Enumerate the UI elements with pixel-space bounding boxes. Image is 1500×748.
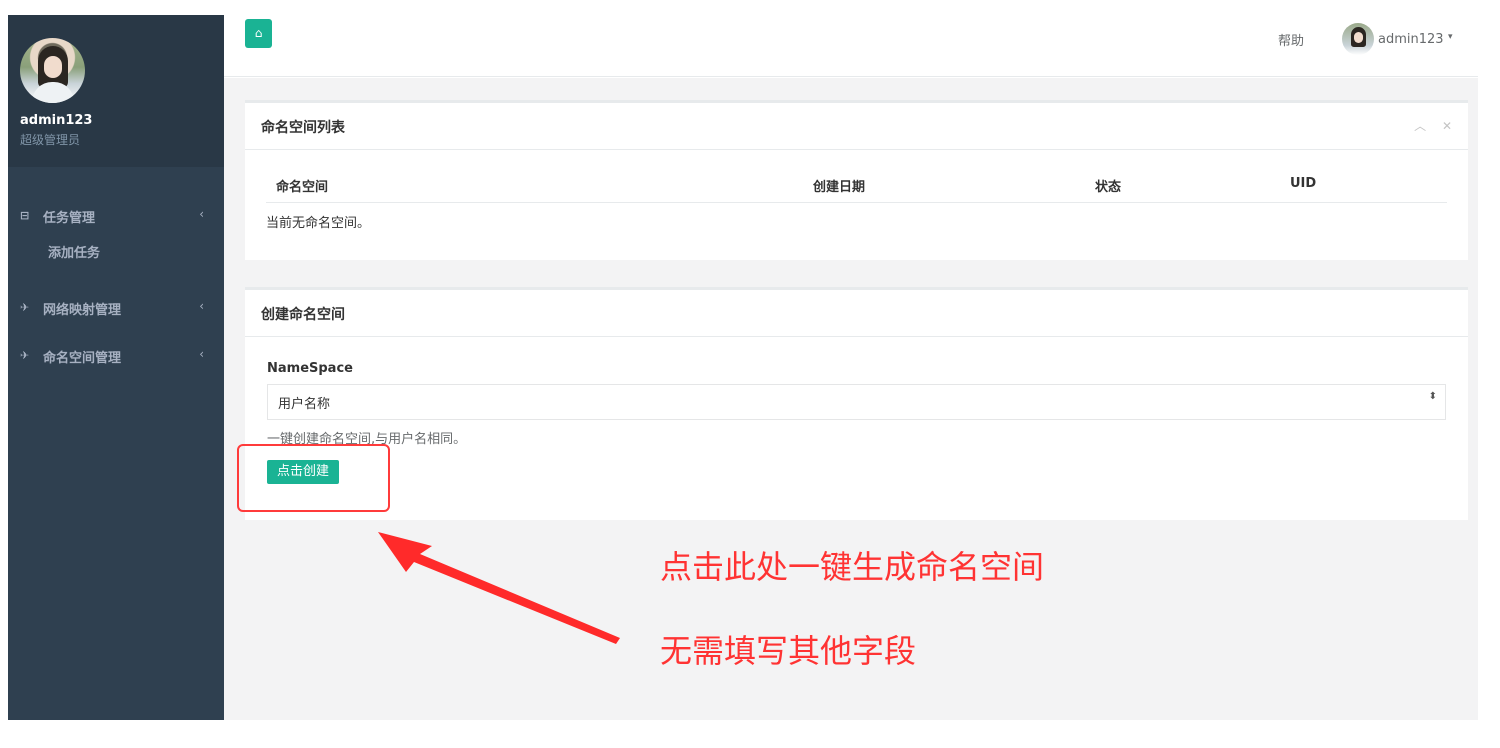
sidebar-subitem-add-task[interactable]: 添加任务 (48, 242, 100, 261)
sidebar-item-namespace-management[interactable]: ✈ 命名空间管理 ‹ (8, 341, 224, 371)
caret-down-icon: ▾ (1448, 32, 1453, 42)
profile-name: admin123 (20, 113, 93, 128)
annotation-line-2: 无需填写其他字段 (660, 632, 917, 670)
top-navbar: ⌂ 帮助 admin123 ▾ (224, 0, 1478, 77)
plane-icon: ✈ (20, 301, 30, 314)
user-name: admin123 (1378, 32, 1444, 47)
namespace-list-panel: 命名空间列表 ︿ ✕ 命名空间 创建日期 状态 UID 当前无命名空间。 (245, 100, 1468, 260)
namespace-select[interactable]: 用户名称 ⬍ (267, 384, 1446, 420)
close-icon[interactable]: ✕ (1442, 119, 1452, 133)
monitor-icon: ⊟ (20, 209, 30, 222)
profile-role: 超级管理员 (20, 133, 81, 147)
panel-header: 创建命名空间 (245, 290, 1468, 337)
sidebar-item-label: 网络映射管理 (43, 303, 122, 318)
sidebar-item-label: 命名空间管理 (43, 351, 122, 366)
column-header-status: 状态 (1095, 180, 1122, 195)
panel-title: 创建命名空间 (261, 307, 345, 323)
collapse-icon[interactable]: ︿ (1414, 119, 1426, 133)
sidebar-item-task-management[interactable]: ⊟ 任务管理 ‹ (8, 201, 224, 231)
panel-title: 命名空间列表 (261, 120, 345, 136)
chevron-left-icon: ‹ (199, 347, 204, 361)
column-header-namespace: 命名空间 (276, 180, 329, 195)
profile-header: admin123 超级管理员 (8, 15, 224, 167)
annotation-highlight-box (237, 444, 390, 512)
avatar[interactable] (20, 38, 85, 103)
empty-table-message: 当前无命名空间。 (266, 216, 371, 231)
chevron-left-icon: ‹ (199, 207, 204, 221)
chevron-left-icon: ‹ (199, 299, 204, 313)
home-button[interactable]: ⌂ (245, 19, 272, 48)
annotation-arrow-icon (378, 532, 620, 644)
avatar (1342, 23, 1374, 55)
home-icon: ⌂ (254, 26, 263, 40)
column-header-uid: UID (1290, 176, 1317, 191)
plane-icon: ✈ (20, 349, 30, 362)
namespace-field-label: NameSpace (267, 361, 353, 376)
sidebar-item-network-mapping[interactable]: ✈ 网络映射管理 ‹ (8, 293, 224, 323)
table-header: 命名空间 创建日期 状态 UID (266, 176, 1447, 203)
select-arrows-icon: ⬍ (1428, 391, 1437, 402)
annotation-line-1: 点击此处一键生成命名空间 (660, 548, 1045, 586)
sidebar: admin123 超级管理员 ⊟ 任务管理 ‹ 添加任务 ✈ 网络映射管理 ‹ … (8, 15, 224, 720)
panel-tools: ︿ ✕ (1402, 117, 1452, 134)
help-link[interactable]: 帮助 (1278, 30, 1304, 49)
panel-header: 命名空间列表 ︿ ✕ (245, 103, 1468, 150)
column-header-created: 创建日期 (813, 180, 866, 195)
sidebar-item-label: 任务管理 (43, 211, 96, 226)
create-namespace-panel: 创建命名空间 NameSpace 用户名称 ⬍ 一键创建命名空间,与用户名相同。… (245, 287, 1468, 520)
select-value: 用户名称 (278, 397, 331, 412)
